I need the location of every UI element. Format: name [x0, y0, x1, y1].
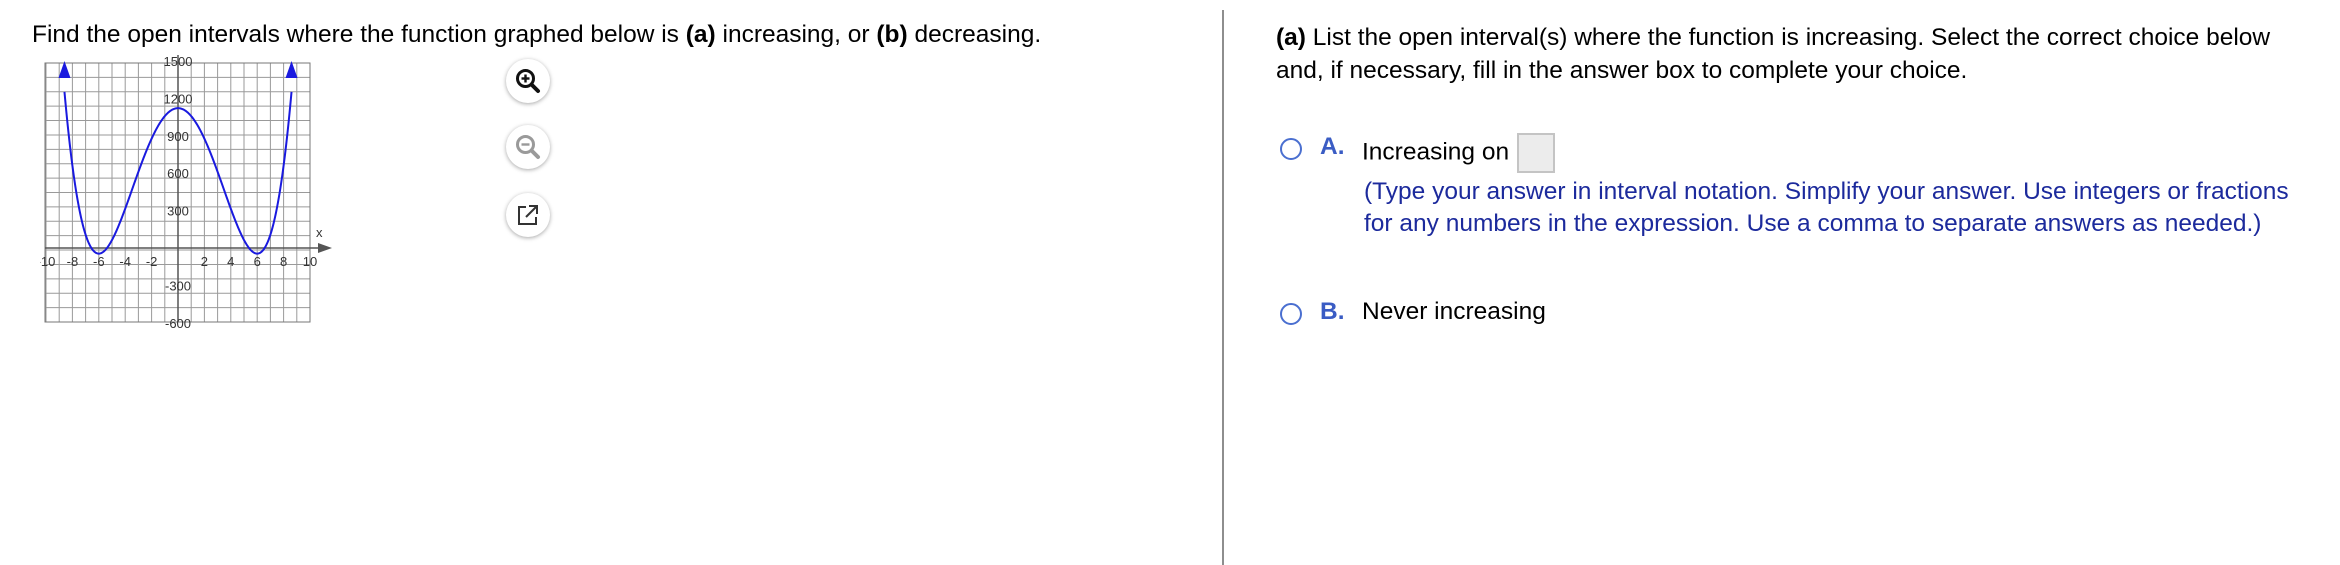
x-tick-label: 2 [201, 254, 208, 269]
popout-icon [518, 205, 538, 225]
part-a-label: (a) [1276, 24, 1306, 51]
option-a-hint: (Type your answer in interval notation. … [1364, 178, 2289, 237]
y-tick-label: 600 [167, 166, 189, 181]
option-b-letter: B. [1320, 298, 1345, 325]
curve-arrow-left [58, 61, 71, 78]
part-a-prompt: (a) List the open interval(s) where the … [1276, 21, 2296, 87]
y-tick-label: -600 [165, 316, 191, 331]
x-tick-label: -8 [67, 254, 79, 269]
question-text-part: decreasing. [907, 21, 1042, 48]
option-b[interactable]: B. Never increasing [1280, 298, 1546, 326]
option-a[interactable]: A. Increasing on [1280, 133, 1556, 173]
question-text-part: Find the open intervals where the functi… [32, 21, 686, 48]
x-axis-label: x [316, 225, 323, 240]
x-tick-label: -6 [93, 254, 105, 269]
option-a-text: Increasing on [1362, 133, 1556, 173]
interval-answer-input[interactable] [1517, 133, 1556, 173]
option-b-text: Never increasing [1362, 298, 1546, 325]
curve-arrow-right [285, 61, 298, 78]
option-a-radio[interactable] [1280, 138, 1302, 160]
x-axis-arrow [318, 243, 332, 253]
panel-divider [1222, 10, 1224, 565]
question-panel: Find the open intervals where the functi… [0, 0, 1222, 565]
popout-button[interactable] [506, 193, 550, 237]
zoom-out-icon [516, 135, 540, 159]
option-a-label: Increasing on [1362, 138, 1510, 166]
y-tick-label: 1200 [164, 91, 193, 106]
zoom-in-icon [516, 69, 540, 93]
question-part-a-label: (a) [685, 21, 716, 48]
y-tick-label: 1500 [164, 55, 193, 69]
question-text: Find the open intervals where the functi… [32, 21, 1041, 49]
zoom-out-button[interactable] [506, 125, 550, 169]
function-graph: xy-10-8-6-4-224681015001200900600300-300… [40, 55, 332, 331]
option-a-letter: A. [1320, 133, 1345, 160]
x-tick-label: -2 [146, 254, 158, 269]
x-tick-label: -4 [119, 254, 131, 269]
x-tick-label: 4 [227, 254, 234, 269]
y-tick-label: -300 [165, 278, 191, 293]
zoom-in-button[interactable] [506, 59, 550, 103]
x-tick-label: 10 [303, 254, 317, 269]
x-tick-label: 8 [280, 254, 287, 269]
x-tick-label: -10 [40, 254, 55, 269]
question-text-part: increasing, or [715, 21, 877, 48]
option-b-radio[interactable] [1280, 303, 1302, 325]
x-tick-label: 6 [254, 254, 261, 269]
y-tick-label: 300 [167, 204, 189, 219]
y-tick-label: 900 [167, 129, 189, 144]
question-part-b-label: (b) [876, 21, 908, 48]
part-a-prompt-text: List the open interval(s) where the func… [1276, 24, 2271, 84]
